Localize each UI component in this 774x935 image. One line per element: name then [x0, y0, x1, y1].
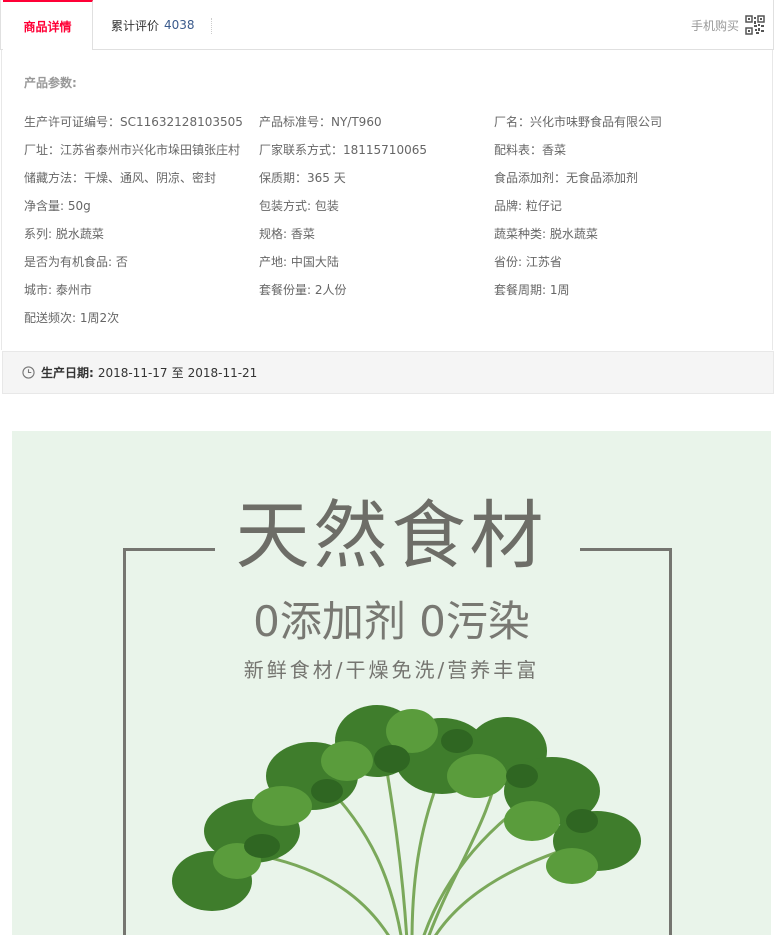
param-item: 配料表：香菜: [494, 143, 567, 157]
param-item: 是否为有机食品: 否: [24, 255, 128, 269]
param-item: 产地: 中国大陆: [259, 255, 339, 269]
params-title: 产品参数:: [24, 76, 77, 90]
coriander-image: [172, 705, 641, 935]
production-date-label: 生产日期:: [41, 366, 94, 380]
param-item: 厂址：江苏省泰州市兴化市垛田镇张庄村: [24, 143, 241, 157]
tab-reviews-label: 累计评价: [111, 18, 160, 33]
mobile-buy-link[interactable]: 手机购买: [691, 0, 765, 50]
review-count: 4038: [164, 18, 195, 32]
param-item: 包装方式: 包装: [259, 199, 339, 213]
param-item: 套餐周期: 1周: [494, 283, 570, 297]
param-item: 生产许可证编号：SC11632128103505: [24, 115, 243, 129]
params-grid: 生产许可证编号：SC11632128103505 产品标准号：NY/T960 厂…: [24, 108, 754, 332]
param-item: 净含量: 50g: [24, 199, 91, 213]
param-item: 省份: 江苏省: [494, 255, 562, 269]
product-banner: 天然食材 0添加剂 0污染 新鲜食材/干燥免洗/营养丰富: [12, 431, 771, 935]
param-item: 产品标准号：NY/T960: [259, 115, 382, 129]
detail-tabs: 商品详情 累计评价 4038 手机购买: [0, 0, 774, 50]
param-item: 保质期：365 天: [259, 171, 346, 185]
banner-subline: 0添加剂 0污染: [253, 597, 530, 646]
param-item: 系列: 脱水蔬菜: [24, 227, 104, 241]
banner-tagline: 新鲜食材/干燥免洗/营养丰富: [243, 658, 540, 682]
param-item: 储藏方法：干燥、通风、阴凉、密封: [24, 171, 217, 185]
param-item: 蔬菜种类: 脱水蔬菜: [494, 227, 598, 241]
param-item: 厂名：兴化市味野食品有限公司: [494, 115, 663, 129]
param-item: 品牌: 粒仔记: [494, 199, 562, 213]
param-item: 规格: 香菜: [259, 227, 315, 241]
param-item: 配送频次: 1周2次: [24, 311, 120, 325]
param-item: 城市: 泰州市: [24, 283, 92, 297]
param-item: 厂家联系方式：18115710065: [259, 143, 427, 157]
clock-icon: [22, 366, 35, 379]
qr-code-icon: [745, 15, 765, 35]
tab-product-details[interactable]: 商品详情: [3, 0, 93, 50]
tab-divider: [211, 18, 212, 34]
param-item: 套餐份量: 2人份: [259, 283, 347, 297]
production-date-bar: 生产日期: 2018-11-17 至 2018-11-21: [2, 351, 774, 394]
banner-headline: 天然食材: [235, 493, 548, 579]
production-date-from: 2018-11-17: [97, 365, 168, 380]
production-date-to: 2018-11-21: [187, 365, 258, 380]
mobile-buy-label: 手机购买: [690, 18, 739, 33]
product-params: 产品参数: 生产许可证编号：SC11632128103505 产品标准号：NY/…: [1, 50, 773, 350]
param-item: 食品添加剂：无食品添加剂: [494, 171, 639, 185]
production-date-sep: 至: [171, 366, 184, 380]
tab-reviews[interactable]: 累计评价 4038: [111, 0, 195, 50]
